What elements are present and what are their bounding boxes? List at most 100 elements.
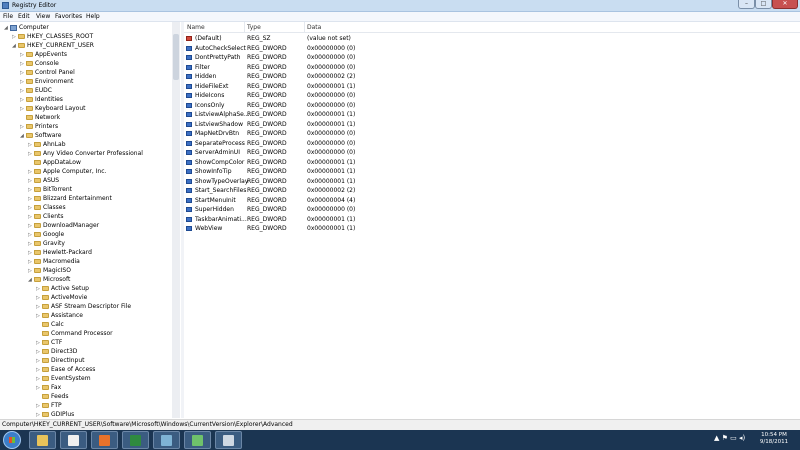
tree-item[interactable]: ▷ BitTorrent: [28, 185, 72, 194]
value-row[interactable]: Filter REG_DWORD 0x00000000 (0): [184, 63, 604, 72]
value-row[interactable]: StartMenuInit REG_DWORD 0x00000004 (4): [184, 196, 604, 205]
folder-icon: [42, 412, 49, 417]
value-row[interactable]: WebView REG_DWORD 0x00000001 (1): [184, 224, 604, 233]
column-divider[interactable]: [244, 22, 245, 32]
column-name-header[interactable]: Name: [187, 24, 205, 31]
tree-item[interactable]: ▷ Gravity: [28, 239, 65, 248]
tree-item[interactable]: ▷ Macromedia: [28, 257, 80, 266]
tree-item[interactable]: ◢ Computer: [4, 23, 49, 32]
tree-item[interactable]: ▷ DirectInput: [36, 356, 85, 365]
tree-item[interactable]: ▷ AhnLab: [28, 140, 66, 149]
tree-item[interactable]: ▷ Apple Computer, Inc.: [28, 167, 106, 176]
value-row[interactable]: ShowTypeOverlay REG_DWORD 0x00000001 (1): [184, 177, 604, 186]
value-row[interactable]: DontPrettyPath REG_DWORD 0x00000000 (0): [184, 53, 604, 62]
column-data-header[interactable]: Data: [307, 24, 321, 31]
registry-tree[interactable]: ◢ Computer ▷ HKEY_CLASSES_ROOT ◢ HKEY_CURRENT…: [0, 22, 182, 418]
menu-edit[interactable]: Edit: [18, 13, 30, 20]
tree-item[interactable]: ▷ EventSystem: [36, 374, 91, 383]
tree-item[interactable]: ▷ Ease of Access: [36, 365, 95, 374]
tree-item[interactable]: ▷ MagicISO: [28, 266, 71, 275]
value-row[interactable]: HideIcons REG_DWORD 0x00000000 (0): [184, 91, 604, 100]
tree-item[interactable]: ▷ Active Setup: [36, 284, 89, 293]
tree-item[interactable]: ▷ Control Panel: [20, 68, 75, 77]
tree-item[interactable]: ▷ Printers: [20, 122, 58, 131]
value-row[interactable]: ListviewShadow REG_DWORD 0x00000001 (1): [184, 120, 604, 129]
value-row[interactable]: AutoCheckSelect REG_DWORD 0x00000000 (0): [184, 44, 604, 53]
value-row[interactable]: MapNetDrvBtn REG_DWORD 0x00000000 (0): [184, 129, 604, 138]
tree-item-label: Active Setup: [51, 285, 89, 292]
tree-item[interactable]: ▷ Identities: [20, 95, 63, 104]
menu-favorites[interactable]: Favorites: [55, 13, 82, 20]
value-row[interactable]: IconsOnly REG_DWORD 0x00000000 (0): [184, 101, 604, 110]
clock[interactable]: 10:54 PM 9/18/2011: [754, 432, 794, 446]
string-value-icon: [186, 36, 192, 41]
start-button[interactable]: [3, 431, 21, 449]
tree-item[interactable]: Feeds: [36, 392, 68, 401]
tree-item[interactable]: ◢ HKEY_CURRENT_USER: [12, 41, 94, 50]
column-type-header[interactable]: Type: [247, 24, 261, 31]
title-bar[interactable]: Registry Editor – □ ✕: [0, 0, 800, 12]
folder-icon: [26, 97, 33, 102]
menu-help[interactable]: Help: [86, 13, 100, 20]
tree-item[interactable]: ▷ Clients: [28, 212, 64, 221]
menu-view[interactable]: View: [36, 13, 50, 20]
tree-item[interactable]: ▷ ASF Stream Descriptor File: [36, 302, 131, 311]
taskbar: ▲ ⚑ ▭ ◂) 10:54 PM 9/18/2011: [0, 430, 800, 450]
system-tray[interactable]: ▲ ⚑ ▭ ◂): [714, 434, 745, 442]
value-row[interactable]: ShowInfoTip REG_DWORD 0x00000001 (1): [184, 167, 604, 176]
tree-item[interactable]: ▷ Classes: [28, 203, 66, 212]
value-row[interactable]: TaskbarAnimati... REG_DWORD 0x00000001 (1): [184, 215, 604, 224]
tree-item[interactable]: ▷ EUDC: [20, 86, 52, 95]
tree-item[interactable]: ▷ Keyboard Layout: [20, 104, 86, 113]
value-row[interactable]: ServerAdminUI REG_DWORD 0x00000000 (0): [184, 148, 604, 157]
menu-file[interactable]: File: [3, 13, 13, 20]
taskbar-button[interactable]: [60, 431, 87, 449]
tree-item[interactable]: ▷ GDIPlus: [36, 410, 74, 418]
tree-item[interactable]: AppDataLow: [28, 158, 81, 167]
tree-item[interactable]: ▷ Hewlett-Packard: [28, 248, 92, 257]
tree-item[interactable]: ▷ FTP: [36, 401, 62, 410]
value-row[interactable]: Hidden REG_DWORD 0x00000002 (2): [184, 72, 604, 81]
tree-item[interactable]: Network: [20, 113, 60, 122]
tree-item[interactable]: ▷ Direct3D: [36, 347, 77, 356]
tree-item[interactable]: Command Processor: [36, 329, 113, 338]
minimize-button[interactable]: –: [738, 0, 755, 9]
tree-item[interactable]: ▷ ActiveMovie: [36, 293, 87, 302]
tree-item[interactable]: ▷ DownloadManager: [28, 221, 99, 230]
taskbar-button[interactable]: [184, 431, 211, 449]
tree-item[interactable]: ▷ Environment: [20, 77, 73, 86]
values-list[interactable]: Name Type Data (Default) REG_SZ (value not…: [184, 22, 800, 418]
tree-item[interactable]: Calc: [36, 320, 64, 329]
value-row[interactable]: SuperHidden REG_DWORD 0x00000000 (0): [184, 205, 604, 214]
tree-item[interactable]: ▷ ASUS: [28, 176, 59, 185]
tree-item[interactable]: ▷ CTF: [36, 338, 62, 347]
tree-item[interactable]: ▷ AppEvents: [20, 50, 67, 59]
value-row[interactable]: ShowCompColor REG_DWORD 0x00000001 (1): [184, 158, 604, 167]
taskbar-button[interactable]: [29, 431, 56, 449]
tree-item[interactable]: ◢ Microsoft: [28, 275, 70, 284]
tree-item[interactable]: ▷ Any Video Converter Professional: [28, 149, 143, 158]
tree-item[interactable]: ▷ Google: [28, 230, 64, 239]
close-button[interactable]: ✕: [772, 0, 798, 9]
maximize-button[interactable]: □: [755, 0, 772, 9]
value-row[interactable]: (Default) REG_SZ (value not set): [184, 34, 604, 43]
tree-item-label: Apple Computer, Inc.: [43, 168, 107, 175]
tree-item[interactable]: ▷ Fax: [36, 383, 61, 392]
tree-scrollbar[interactable]: [172, 22, 180, 418]
taskbar-button[interactable]: [91, 431, 118, 449]
tree-item[interactable]: ▷ Console: [20, 59, 59, 68]
tree-item[interactable]: ▷ Blizzard Entertainment: [28, 194, 112, 203]
tree-scrollbar-thumb[interactable]: [173, 34, 179, 80]
value-data: 0x00000001 (1): [307, 111, 356, 118]
taskbar-button[interactable]: [153, 431, 180, 449]
column-divider[interactable]: [304, 22, 305, 32]
tree-item[interactable]: ◢ Software: [20, 131, 61, 140]
value-row[interactable]: Start_SearchFiles REG_DWORD 0x00000002 (2): [184, 186, 604, 195]
value-row[interactable]: ListviewAlphaSe... REG_DWORD 0x00000001 (1…: [184, 110, 604, 119]
taskbar-button[interactable]: [215, 431, 242, 449]
value-row[interactable]: HideFileExt REG_DWORD 0x00000001 (1): [184, 82, 604, 91]
tree-item[interactable]: ▷ Assistance: [36, 311, 83, 320]
tree-item[interactable]: ▷ HKEY_CLASSES_ROOT: [12, 32, 93, 41]
value-row[interactable]: SeparateProcess REG_DWORD 0x00000000 (0): [184, 139, 604, 148]
taskbar-button[interactable]: [122, 431, 149, 449]
